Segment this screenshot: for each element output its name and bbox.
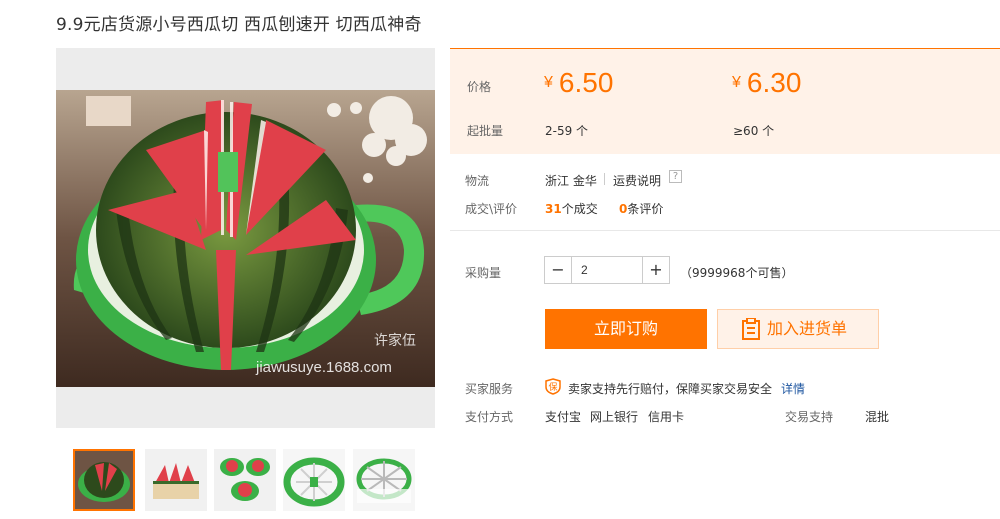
thumbnail-5[interactable] (353, 449, 415, 511)
payment-method-online-banking: 网上银行 (590, 410, 639, 424)
price-value: 6.50 (558, 67, 614, 98)
product-title: 9.9元店货源小号西瓜切 西瓜刨速开 切西瓜神奇 (56, 15, 422, 35)
thumbnail-4[interactable] (283, 449, 345, 511)
stock-available: （9999968个可售） (680, 266, 794, 280)
watermark-cn: 许家伍 (374, 332, 416, 348)
watermark-url: jiawusuye.1688.com (255, 359, 392, 376)
details-link[interactable]: 详情 (781, 380, 805, 397)
decrease-button[interactable]: − (545, 257, 572, 283)
main-product-image[interactable]: 许家伍 jiawusuye.1688.com (56, 48, 435, 428)
watermelon-slicer-photo: 许家伍 jiawusuye.1688.com (56, 90, 435, 387)
buy-now-button[interactable]: 立即订购 (545, 309, 707, 349)
price-value: 6.30 (746, 67, 802, 98)
quantity-label: 采购量 (465, 266, 502, 280)
payment-label: 支付方式 (465, 410, 514, 424)
min-batch-label: 起批量 (467, 124, 504, 138)
section-divider (450, 230, 1000, 231)
shield-char: 保 (548, 381, 557, 393)
add-to-cart-label: 加入进货单 (767, 319, 848, 338)
logistics-origin: 浙江 金华 (545, 174, 597, 188)
thumbnail-1[interactable] (73, 449, 135, 511)
clipboard-icon (742, 318, 760, 340)
buyer-service-text: 卖家支持先行赔付，保障买家交易安全 (568, 382, 773, 396)
thumbnail-2[interactable] (145, 449, 207, 511)
tier-1-range: 2-59 个 (545, 124, 589, 138)
reviews-text: 条评价 (627, 202, 664, 216)
trade-support-value: 混批 (865, 410, 890, 424)
currency-symbol: ¥ (732, 74, 741, 91)
thumbnail-strip (73, 449, 418, 511)
reviews-summary[interactable]: 0条评价 (619, 200, 663, 217)
price-label: 价格 (467, 80, 492, 94)
trade-support-label: 交易支持 (785, 410, 834, 424)
quantity-input[interactable] (573, 257, 641, 283)
shield-icon: 保 (545, 378, 561, 395)
price-tier-1: ¥6.50 (544, 67, 613, 99)
transactions-label: 成交\评价 (465, 202, 518, 216)
price-panel: 价格 ¥6.50 ¥6.30 起批量 2-59 个 ≥60 个 (450, 48, 1000, 154)
currency-symbol: ¥ (544, 74, 553, 91)
shipping-note-link[interactable]: 运费说明 (613, 172, 661, 189)
deals-text: 个成交 (561, 202, 598, 216)
price-tier-2: ¥6.30 (732, 67, 801, 99)
deals-summary[interactable]: 31个成交 (545, 200, 598, 217)
thumbnail-3[interactable] (214, 449, 276, 511)
deals-count: 31 (545, 202, 562, 216)
tier-2-range: ≥60 个 (733, 124, 775, 138)
payment-method-alipay: 支付宝 (545, 410, 582, 424)
divider (604, 173, 605, 185)
quantity-stepper: − + (544, 256, 670, 284)
logistics-label: 物流 (465, 174, 490, 188)
payment-method-credit-card: 信用卡 (648, 410, 685, 424)
buyer-service-label: 买家服务 (465, 382, 514, 396)
increase-button[interactable]: + (642, 257, 669, 283)
help-icon[interactable]: ? (669, 170, 682, 183)
add-to-cart-button[interactable]: 加入进货单 (717, 309, 879, 349)
